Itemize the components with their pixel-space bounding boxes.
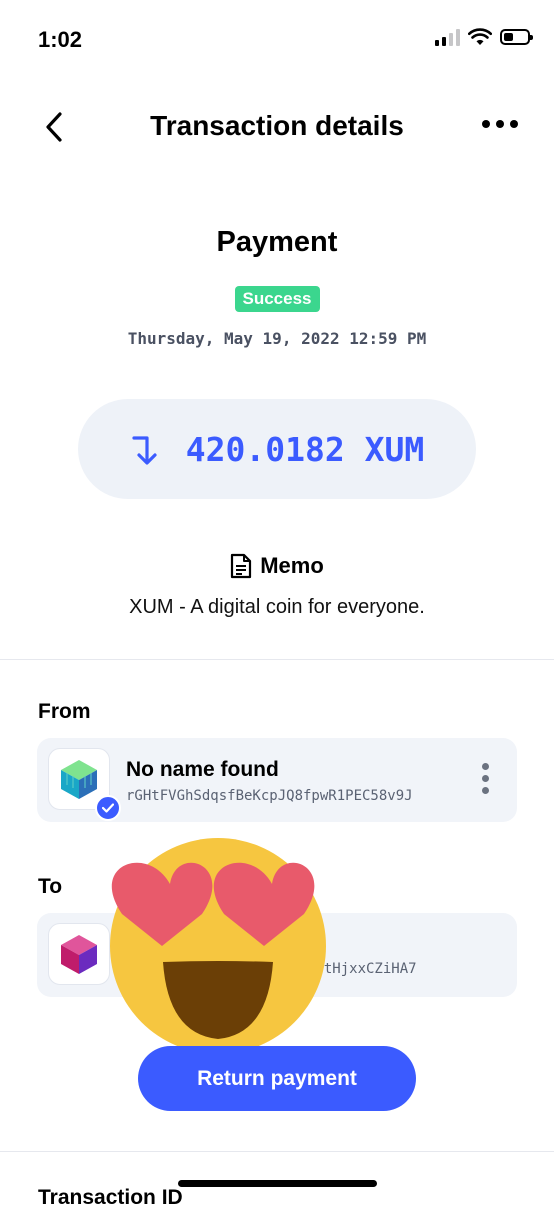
- amount-pill: 420.0182 XUM: [78, 399, 476, 499]
- memo-header: Memo: [0, 553, 554, 579]
- document-icon: [231, 553, 252, 579]
- from-account-address: rGHtFVGhSdqsfBeKcpJQ8fpwR1PEC58v9J: [126, 788, 413, 804]
- more-options-icon[interactable]: [482, 120, 518, 128]
- transaction-id-label: Transaction ID: [38, 1186, 183, 1209]
- cube-avatar-icon: [61, 935, 97, 974]
- memo-title: Memo: [260, 553, 324, 578]
- status-time: 1:02: [38, 27, 83, 52]
- wifi-icon: [468, 28, 492, 45]
- page-title: Transaction details: [150, 110, 404, 141]
- divider: [0, 659, 554, 660]
- battery-icon: [500, 29, 533, 45]
- account-options-icon[interactable]: [482, 763, 489, 794]
- memo-text: XUM - A digital coin for everyone.: [129, 596, 425, 618]
- divider: [0, 1151, 554, 1152]
- status-badge: Success: [234, 286, 320, 312]
- transaction-date: Thursday, May 19, 2022 12:59 PM: [127, 329, 427, 348]
- to-label: To: [38, 875, 63, 898]
- from-label: From: [38, 700, 91, 723]
- transaction-amount: 420.0182 XUM: [185, 429, 425, 469]
- verified-check-icon: [95, 795, 121, 821]
- heart-eyes-emoji-icon: [110, 838, 326, 1054]
- status-icons: [435, 28, 533, 46]
- cube-avatar-icon: [61, 760, 97, 799]
- account-avatar: [48, 923, 110, 985]
- cellular-signal-icon: [435, 28, 460, 46]
- home-indicator[interactable]: [178, 1180, 377, 1187]
- transaction-type: Payment: [216, 226, 338, 258]
- return-payment-button[interactable]: Return payment: [138, 1046, 416, 1111]
- from-account-card[interactable]: No name found rGHtFVGhSdqsfBeKcpJQ8fpwR1…: [37, 738, 517, 822]
- incoming-arrow-icon: [132, 436, 157, 465]
- from-account-name: No name found: [126, 758, 279, 781]
